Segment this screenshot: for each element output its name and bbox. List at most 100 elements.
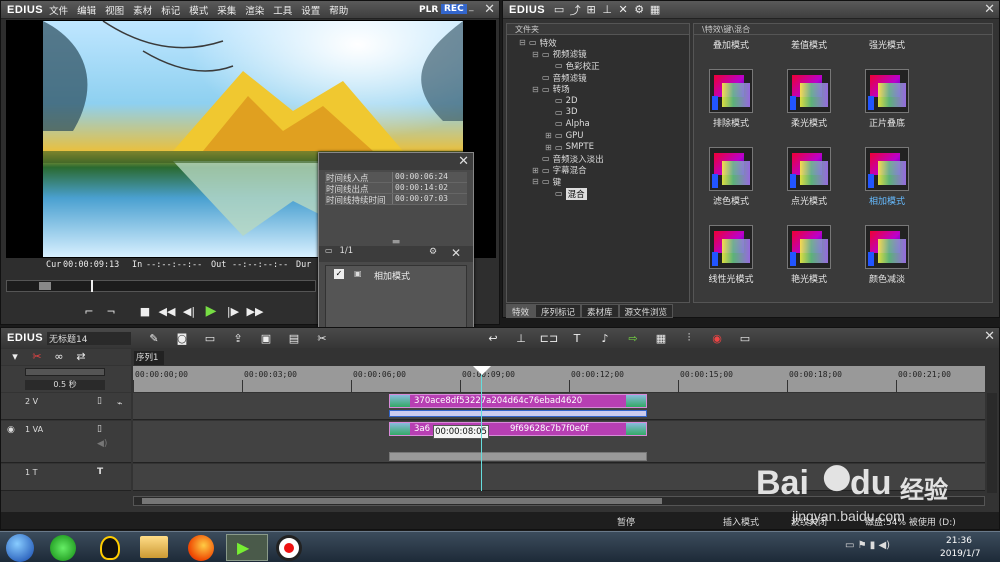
track-link-icon[interactable]: ∞ — [51, 349, 67, 363]
open-project-icon[interactable]: ⇪ — [230, 331, 246, 345]
tray-icons[interactable]: ▭ ⚑ ▮ ◀) — [845, 540, 890, 551]
effect-thumbnail[interactable] — [787, 225, 831, 269]
effects-close-icon[interactable]: ✕ — [984, 2, 995, 17]
video-clip-v2[interactable]: 370ace8df53227a204d64c76ebad4620 — [389, 394, 647, 408]
effect-thumbnail[interactable] — [787, 147, 831, 191]
effect-label[interactable]: 叠加模式 — [686, 38, 776, 51]
export-icon[interactable]: ⇨ — [625, 331, 641, 345]
tree-item[interactable]: ▭ 混合 — [507, 187, 689, 200]
effect-thumbnail[interactable] — [709, 147, 753, 191]
effect-label[interactable]: 点光模式 — [764, 194, 854, 207]
tree-item[interactable]: ⊟ ▭ 特效 — [507, 37, 689, 49]
menu-item[interactable]: 标记 — [161, 3, 180, 17]
taskbar-app-browser[interactable] — [50, 535, 76, 561]
info-close-icon[interactable]: ✕ — [458, 154, 469, 169]
track-audio-icon[interactable]: ◀) — [97, 439, 107, 449]
taskbar-app-edius[interactable]: ▶ — [226, 534, 268, 561]
menu-item[interactable]: 渲染 — [245, 3, 264, 17]
effects-tab[interactable]: 特效 — [506, 304, 536, 318]
sequence-tab[interactable]: 序列1 — [134, 351, 164, 365]
collapse-icon[interactable]: ⊟ — [532, 85, 542, 94]
scale-slider[interactable] — [25, 368, 105, 376]
play-icon[interactable]: ▶ — [203, 303, 219, 319]
tree-item[interactable]: ⊞ ▭ 字幕混合 — [507, 165, 689, 177]
rewind-icon[interactable]: ◀◀ — [159, 304, 176, 318]
mixer-icon[interactable]: ⫶ — [681, 331, 697, 345]
navigate-up-icon[interactable]: ⤴ — [567, 3, 583, 17]
effect-thumbnail[interactable] — [709, 69, 753, 113]
menu-item[interactable]: 编辑 — [77, 3, 96, 17]
stop-icon[interactable]: ■ — [137, 304, 153, 318]
timeline-close-icon[interactable]: ✕ — [984, 329, 995, 344]
track-header-v2[interactable]: 2 V ▯ ⌁ — [1, 393, 131, 420]
track-header-va1[interactable]: ◉ 1 VA ▯ ◀) — [1, 421, 131, 463]
new-project-icon[interactable]: ▭ — [202, 331, 218, 345]
effect-label[interactable]: 滤色模式 — [686, 194, 776, 207]
effect-label[interactable]: 强光模式 — [842, 38, 932, 51]
apply-icon[interactable]: ⊥ — [599, 3, 615, 17]
effect-thumbnail[interactable] — [787, 69, 831, 113]
track-visibility-icon[interactable]: ◉ — [7, 425, 15, 435]
menu-item[interactable]: 采集 — [217, 3, 236, 17]
tree-item[interactable]: ▭ Alpha — [507, 118, 689, 130]
effect-label[interactable]: 差值模式 — [764, 38, 854, 51]
snap-icon[interactable]: ⊥ — [513, 331, 529, 345]
expand-icon[interactable]: ⊞ — [532, 166, 542, 175]
render-icon[interactable]: ◉ — [709, 331, 725, 345]
audio-clip-va1[interactable] — [389, 452, 647, 461]
timeline-vscrollbar[interactable] — [987, 393, 997, 493]
scrub-handle[interactable] — [39, 282, 51, 290]
effects-tab[interactable]: 序列标记 — [535, 304, 582, 318]
track-expand-icon[interactable]: ⌁ — [117, 399, 122, 409]
effect-thumbnail[interactable] — [865, 69, 909, 113]
time-ruler[interactable]: 00:00:00;00 00:00:03;00 00:00:06;00 00:00:0… — [133, 366, 985, 392]
track-cut-icon[interactable]: ✂ — [29, 349, 45, 363]
delete-icon[interactable]: ✕ — [615, 3, 631, 17]
scrub-bar[interactable] — [6, 280, 316, 292]
effect-list-item[interactable]: 相加模式 — [374, 269, 410, 282]
taskbar-app-firefox[interactable] — [188, 535, 214, 561]
save-as-icon[interactable]: ▤ — [286, 331, 302, 345]
properties-icon[interactable]: ⚙ — [631, 3, 647, 17]
grid-view-icon[interactable]: ▦ — [647, 3, 663, 17]
menu-item[interactable]: 模式 — [189, 3, 208, 17]
mic-icon[interactable]: ♪ — [597, 331, 613, 345]
tree-item[interactable]: ⊟ ▭ 视频滤镜 — [507, 49, 689, 61]
effect-thumbnail[interactable] — [865, 147, 909, 191]
expand-icon[interactable]: ⊞ — [545, 143, 555, 152]
camera-icon[interactable]: ◙ — [174, 331, 190, 345]
link-icon[interactable]: ⊏⊐ — [540, 331, 558, 345]
track-lock-icon[interactable]: ▯ — [97, 424, 102, 434]
minimize-icon[interactable]: _ — [469, 2, 474, 12]
clock-time[interactable]: 21:36 — [946, 536, 972, 546]
menu-item[interactable]: 帮助 — [329, 3, 348, 17]
menu-item[interactable]: 设置 — [301, 3, 320, 17]
clock-date[interactable]: 2019/1/7 — [940, 549, 980, 559]
step-forward-icon[interactable]: |▶ — [225, 304, 241, 318]
tree-item[interactable]: ⊟ ▭ 键 — [507, 176, 689, 188]
tree-item[interactable]: ▭ 音频滤镜 — [507, 72, 689, 84]
save-icon[interactable]: ▣ — [258, 331, 274, 345]
effect-brush-icon[interactable]: ✎ — [146, 331, 162, 345]
tree-item[interactable]: ▭ 音频淡入淡出 — [507, 153, 689, 165]
effect-label[interactable]: 排除模式 — [686, 116, 776, 129]
scrollbar-thumb[interactable] — [142, 498, 662, 504]
taskbar-app-explorer[interactable] — [140, 536, 168, 558]
effect-label[interactable]: 正片叠底 — [842, 116, 932, 129]
track-header-t1[interactable]: 1 T T — [1, 464, 131, 491]
tree-view-icon[interactable]: ⊞ — [583, 3, 599, 17]
menu-item[interactable]: 文件 — [49, 3, 68, 17]
collapse-icon[interactable]: ⊟ — [519, 38, 529, 47]
grid-icon[interactable]: ▦ — [653, 331, 669, 345]
title-icon[interactable]: T — [569, 331, 585, 345]
scale-field[interactable]: 0.5 秒 — [25, 380, 105, 390]
effects-tab[interactable]: 素材库 — [581, 304, 619, 318]
start-button[interactable] — [6, 534, 34, 562]
effects-tab[interactable]: 源文件浏览 — [618, 304, 674, 318]
taskbar-app-qq[interactable] — [100, 536, 120, 560]
tree-item[interactable]: ▭ 色彩校正 — [507, 60, 689, 72]
effect-label[interactable]: 颜色减淡 — [842, 272, 932, 285]
mix-bar-v2[interactable] — [389, 410, 647, 417]
fast-forward-icon[interactable]: ▶▶ — [247, 304, 264, 318]
effect-label[interactable]: 线性光模式 — [686, 272, 776, 285]
